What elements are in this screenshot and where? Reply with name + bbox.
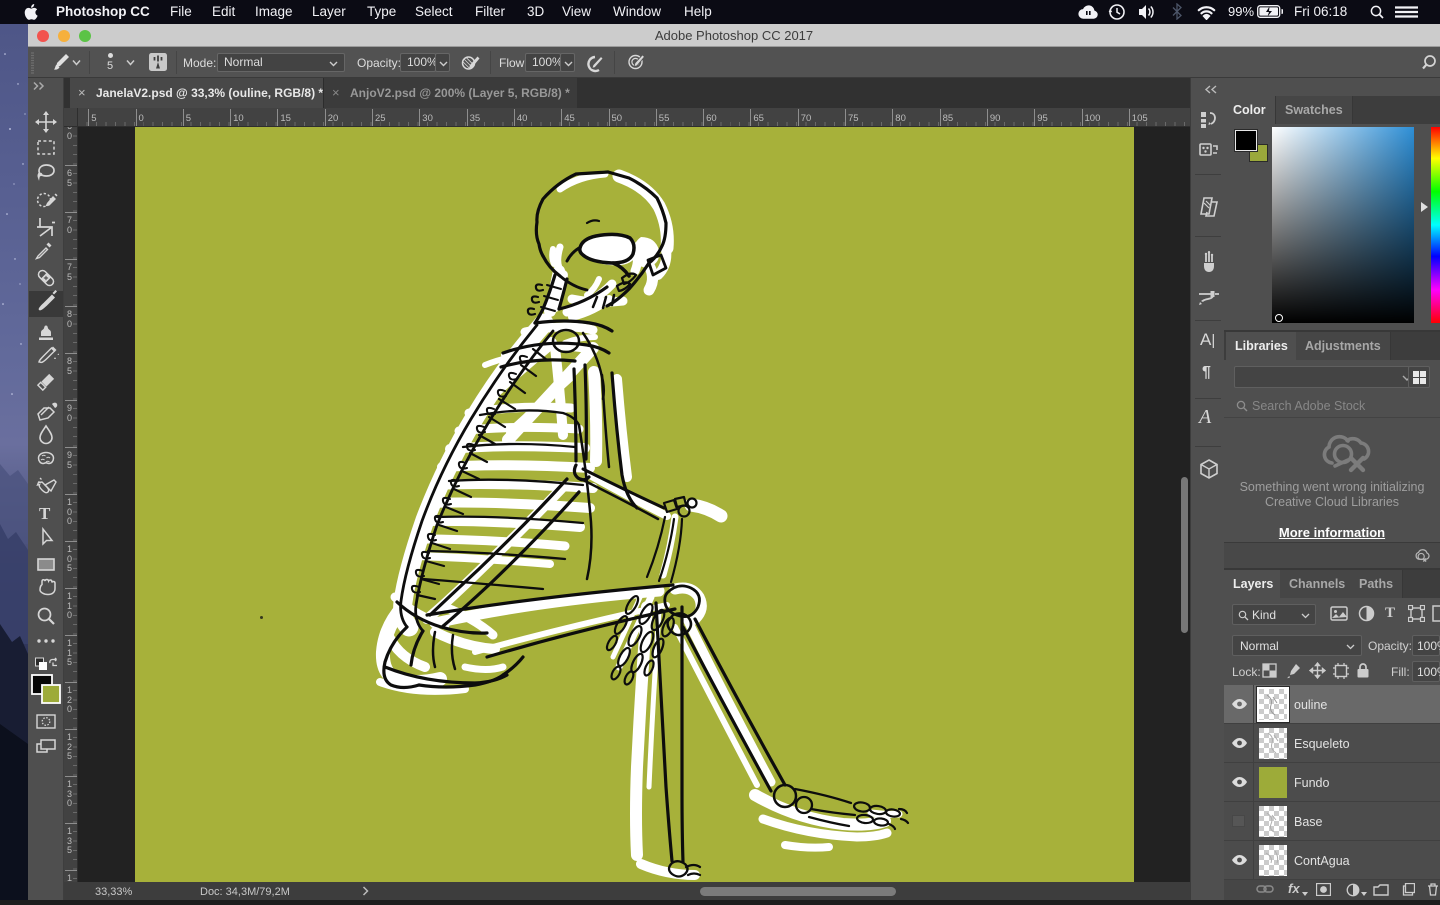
svg-text:T: T <box>39 504 51 523</box>
